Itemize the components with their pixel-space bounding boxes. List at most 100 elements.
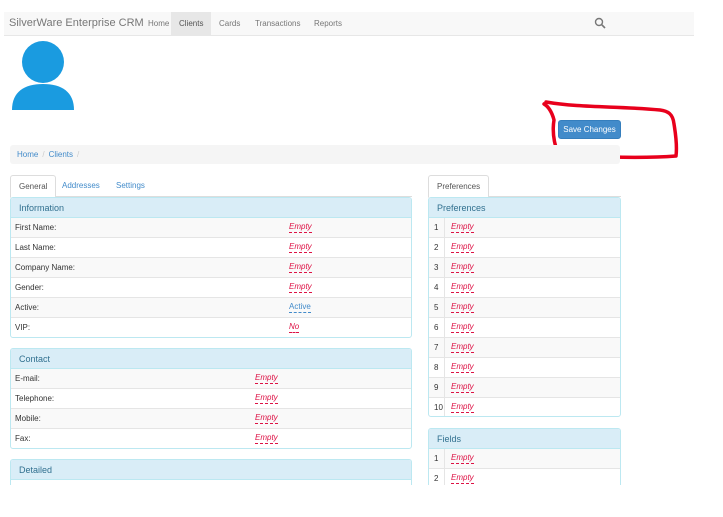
nav-clients[interactable]: Clients	[171, 12, 212, 35]
table-row: Last Name: Empty	[11, 238, 411, 258]
table-row: Telephone: Empty	[11, 389, 411, 409]
tab-general[interactable]: General	[10, 175, 57, 198]
table-row: 1 Empty	[429, 449, 620, 469]
nav-transactions[interactable]: Transactions	[247, 12, 309, 35]
breadcrumb-separator: /	[77, 150, 80, 159]
table-row: Active: Active	[11, 298, 411, 318]
table-row: 10 Empty	[429, 398, 620, 416]
nav-cards[interactable]: Cards	[211, 12, 248, 35]
table-row: 6 Empty	[429, 318, 620, 338]
breadcrumb-clients[interactable]: Clients	[49, 150, 73, 159]
table-row: Gender: Empty	[11, 278, 411, 298]
preference-value[interactable]: Empty	[451, 262, 474, 273]
active-value[interactable]: Active	[289, 302, 311, 313]
table-row: 5 Empty	[429, 298, 620, 318]
row-number: 1	[434, 454, 439, 463]
table-row: 3 Empty	[429, 258, 620, 278]
save-button[interactable]: Save Changes	[558, 120, 621, 139]
table-row: 7 Empty	[429, 338, 620, 358]
row-number: 2	[434, 243, 439, 252]
fax-value[interactable]: Empty	[255, 433, 278, 444]
breadcrumb-separator: /	[42, 150, 45, 159]
field-label: Gender:	[15, 283, 44, 292]
field-value[interactable]: Empty	[451, 453, 474, 464]
row-number: 1	[434, 223, 439, 232]
contact-rows: E-mail: Empty Telephone: Empty Mobile: Empt…	[11, 369, 411, 448]
nav-reports[interactable]: Reports	[306, 12, 350, 35]
table-row: Fax: Empty	[11, 429, 411, 448]
fields-rows: 1 Empty 2 Empty	[429, 449, 620, 485]
breadcrumb: Home / Clients /	[10, 145, 620, 164]
row-number: 10	[434, 403, 443, 412]
preference-value[interactable]: Empty	[451, 362, 474, 373]
preference-value[interactable]: Empty	[451, 322, 474, 333]
table-row: 2 Empty	[429, 238, 620, 258]
field-label: Telephone:	[15, 394, 55, 403]
table-row: VIP: No	[11, 318, 411, 337]
field-label: E-mail:	[15, 374, 40, 383]
field-label: Active:	[15, 303, 40, 312]
contact-panel: Contact E-mail: Empty Telephone: Empty Mob…	[10, 348, 412, 449]
row-number: 9	[434, 383, 439, 392]
row-number: 6	[434, 323, 439, 332]
table-row: 9 Empty	[429, 378, 620, 398]
panel-title: Detailed	[11, 460, 411, 480]
preference-value[interactable]: Empty	[451, 222, 474, 233]
information-panel: Information First Name: Empty Last Name: E…	[10, 197, 412, 338]
field-label: Company Name:	[15, 263, 76, 272]
field-value[interactable]: Empty	[451, 473, 474, 484]
row-number: 7	[434, 343, 439, 352]
tab-addresses[interactable]: Addresses	[54, 175, 108, 197]
field-label: Mobile:	[15, 414, 41, 423]
tab-bar: General Addresses Settings	[10, 175, 412, 198]
field-label: First Name:	[15, 223, 57, 232]
navbar: SilverWare Enterprise CRM Home Clients C…	[4, 12, 694, 36]
row-number: 2	[434, 474, 439, 483]
row-number: 3	[434, 263, 439, 272]
preference-value[interactable]: Empty	[451, 302, 474, 313]
panel-title: Preferences	[429, 198, 620, 218]
preference-value[interactable]: Empty	[451, 242, 474, 253]
field-label: Last Name:	[15, 243, 56, 252]
vip-value[interactable]: No	[289, 322, 300, 333]
telephone-value[interactable]: Empty	[255, 393, 278, 404]
preferences-rows: 1 Empty 2 Empty 3 Empty 4 Empty 5 Empty 6 Empt…	[429, 218, 620, 416]
gender-value[interactable]: Empty	[289, 282, 312, 293]
field-label: Fax:	[15, 434, 31, 443]
row-number: 8	[434, 363, 439, 372]
search-icon[interactable]	[594, 17, 606, 29]
last-name-value[interactable]: Empty	[289, 242, 312, 253]
preference-value[interactable]: Empty	[451, 282, 474, 293]
table-row: 8 Empty	[429, 358, 620, 378]
table-row: First Name: Empty	[11, 218, 411, 238]
row-number: 5	[434, 303, 439, 312]
email-value[interactable]: Empty	[255, 373, 278, 384]
first-name-value[interactable]: Empty	[289, 222, 312, 233]
tab-settings[interactable]: Settings	[108, 175, 153, 197]
panel-title: Contact	[11, 349, 411, 369]
preference-value[interactable]: Empty	[451, 382, 474, 393]
panel-title: Information	[11, 198, 411, 218]
table-row: 2 Empty	[429, 469, 620, 485]
preferences-panel: Preferences 1 Empty 2 Empty 3 Empty 4 Empty …	[428, 197, 621, 417]
brand[interactable]: SilverWare Enterprise CRM	[9, 17, 144, 29]
breadcrumb-home[interactable]: Home	[17, 150, 38, 159]
right-tab-bar: Preferences	[428, 175, 621, 198]
avatar	[12, 41, 74, 110]
panel-title: Fields	[429, 429, 620, 449]
table-row: E-mail: Empty	[11, 369, 411, 389]
preference-value[interactable]: Empty	[451, 402, 474, 413]
row-number: 4	[434, 283, 439, 292]
information-rows: First Name: Empty Last Name: Empty Company…	[11, 218, 411, 337]
detailed-panel: Detailed	[10, 459, 412, 485]
table-row: Company Name: Empty	[11, 258, 411, 278]
company-name-value[interactable]: Empty	[289, 262, 312, 273]
field-label: VIP:	[15, 323, 31, 332]
fields-panel: Fields 1 Empty 2 Empty	[428, 428, 621, 485]
preference-value[interactable]: Empty	[451, 342, 474, 353]
table-row: 1 Empty	[429, 218, 620, 238]
table-row: Mobile: Empty	[11, 409, 411, 429]
mobile-value[interactable]: Empty	[255, 413, 278, 424]
tab-preferences[interactable]: Preferences	[428, 175, 490, 198]
table-row: 4 Empty	[429, 278, 620, 298]
